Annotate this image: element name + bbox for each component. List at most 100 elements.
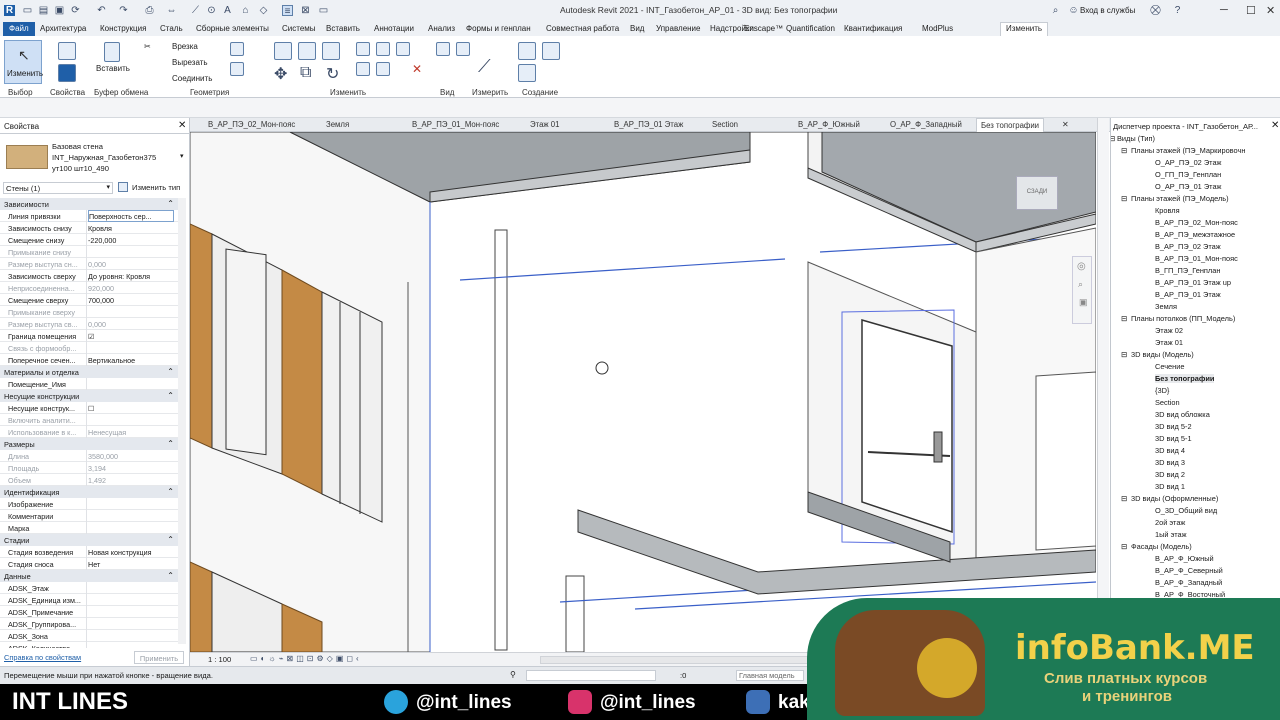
browser-item[interactable]: 3D вид обложка [1155, 410, 1210, 419]
ribbon-tab[interactable]: Файл [3, 22, 35, 36]
view-tab[interactable]: Этаж 01 [530, 120, 559, 129]
property-row[interactable]: Смещение сверху 700,000 [0, 294, 178, 306]
expand-icon[interactable]: ⊟ [1121, 314, 1127, 323]
property-row[interactable]: Марка [0, 522, 178, 534]
expand-icon[interactable]: ⊟ [1121, 542, 1127, 551]
collapse-icon[interactable]: ⌃ [167, 439, 174, 448]
browser-item[interactable]: В_АР_ПЭ_01 Этаж [1155, 290, 1221, 299]
view-tab[interactable]: В_АР_ПЭ_02_Мон-пояс [208, 120, 295, 129]
redo-icon[interactable]: ↷ [118, 5, 129, 16]
search-icon[interactable]: ⌕ [1050, 5, 1061, 16]
collapse-icon[interactable]: ⌃ [167, 571, 174, 580]
property-value[interactable]: 3580,000 [88, 452, 174, 461]
3d-icon[interactable]: ⌂ [240, 5, 251, 16]
scale-icon[interactable] [356, 62, 370, 76]
property-row[interactable]: Объем 1,492 [0, 474, 178, 486]
ribbon-tab[interactable]: Совместная работа [546, 24, 619, 33]
property-value[interactable]: До уровня: Кровля [88, 272, 174, 281]
browser-item[interactable]: 2ой этаж [1155, 518, 1185, 527]
browser-item[interactable]: Кровля [1155, 206, 1180, 215]
property-value[interactable]: 3,194 [88, 464, 174, 473]
cart-icon[interactable]: ⛒ [1150, 5, 1161, 16]
browser-item[interactable]: В_АР_ПЭ_01 Этаж up [1155, 278, 1231, 287]
paste-button[interactable]: Вставить [96, 64, 130, 73]
property-group[interactable]: Идентификация ⌃ [0, 486, 178, 498]
property-row[interactable]: Линия привязки Поверхность сер... [0, 210, 178, 222]
scissors-icon[interactable]: ✂ [144, 42, 151, 51]
ribbon-tab[interactable]: Enscape™ [744, 24, 783, 33]
browser-item[interactable]: 3D виды (Модель) [1131, 350, 1194, 359]
zoom-icon[interactable]: ⌕ [1078, 279, 1083, 290]
browser-item[interactable]: 3D вид 4 [1155, 446, 1185, 455]
browser-item[interactable]: Виды (Тип) [1117, 134, 1155, 143]
browser-item[interactable]: В_АР_ПЭ_01_Мон-пояс [1155, 254, 1238, 263]
browser-item[interactable]: Планы потолков (ПП_Модель) [1131, 314, 1235, 323]
maximize-button[interactable]: ☐ [1246, 4, 1256, 17]
collapse-icon[interactable]: ⌃ [167, 487, 174, 496]
minimize-button[interactable]: ─ [1220, 4, 1228, 16]
trim-icon[interactable] [356, 42, 370, 56]
browser-item[interactable]: {3D} [1155, 386, 1169, 395]
thin-lines-icon[interactable]: ≡ [282, 5, 293, 17]
worksets-icon[interactable]: ⚲ [510, 670, 516, 679]
close-button[interactable]: ✕ [1266, 4, 1275, 17]
property-value[interactable]: 920,000 [88, 284, 174, 293]
browser-item[interactable]: 3D вид 3 [1155, 458, 1185, 467]
property-group[interactable]: Данные ⌃ [0, 570, 178, 582]
chevron-down-icon[interactable]: ▾ [180, 152, 184, 160]
properties-icon[interactable] [58, 64, 76, 82]
view-scale[interactable]: 1 : 100 [208, 655, 231, 664]
property-row[interactable]: Размер выступа сн... 0,000 [0, 258, 178, 270]
copy-icon[interactable]: ⧉ [300, 64, 311, 82]
type-properties-icon[interactable] [58, 42, 76, 60]
steering-wheel-icon[interactable]: ◎ [1077, 261, 1086, 272]
collapse-icon[interactable]: ⌃ [167, 535, 174, 544]
ribbon-tab[interactable]: Вставить [326, 24, 360, 33]
browser-item[interactable]: 3D вид 1 [1155, 482, 1185, 491]
split-icon[interactable] [376, 42, 390, 56]
view-tab[interactable]: Земля [326, 120, 349, 129]
browser-item[interactable]: 3D виды (Оформленные) [1131, 494, 1218, 503]
property-row[interactable]: ADSK_Этаж [0, 582, 178, 594]
browser-item[interactable]: 3D вид 5-2 [1155, 422, 1192, 431]
browser-item[interactable]: Section [1155, 398, 1180, 407]
ribbon-tab[interactable]: Квантификация [844, 24, 902, 33]
property-row[interactable]: Смещение снизу -220,000 [0, 234, 178, 246]
property-row[interactable]: ADSK_Количество [0, 642, 178, 648]
collapse-icon[interactable]: ⌃ [167, 199, 174, 208]
cope-button[interactable]: Врезка [172, 42, 198, 51]
property-row[interactable]: ADSK_Единица изм... [0, 594, 178, 606]
property-row[interactable]: Изображение [0, 498, 178, 510]
property-value[interactable]: Ненесущая [88, 428, 174, 437]
ribbon-tab[interactable]: Системы [282, 24, 316, 33]
property-row[interactable]: Зависимость сверху До уровня: Кровля [0, 270, 178, 282]
zoom-extents-icon[interactable]: ▣ [1079, 297, 1088, 308]
offset-icon[interactable] [298, 42, 316, 60]
folder-icon[interactable]: ▤ [38, 5, 49, 16]
property-row[interactable]: Комментарии [0, 510, 178, 522]
browser-item[interactable]: В_АР_ПЭ_02 Этаж [1155, 242, 1221, 251]
workset-field[interactable] [526, 670, 656, 681]
type-name[interactable]: INT_Наружная_Газобетон375 [52, 153, 156, 162]
view-icon-2[interactable] [456, 42, 470, 56]
design-option-field[interactable]: Главная модель [736, 670, 804, 681]
property-row[interactable]: Длина 3580,000 [0, 450, 178, 462]
property-group[interactable]: Зависимости ⌃ [0, 198, 178, 210]
browser-item[interactable]: В_АР_Ф_Южный [1155, 554, 1214, 563]
geometry-icon-1[interactable] [230, 42, 244, 56]
3d-view-canvas[interactable]: СЗАДИ ◎ ⌕ ▣ [190, 132, 1096, 652]
paste-icon[interactable] [104, 42, 120, 62]
properties-help-link[interactable]: Справка по свойствам [4, 653, 81, 662]
property-value[interactable]: ☑ [88, 332, 174, 341]
property-value[interactable]: ☐ [88, 404, 174, 413]
property-row[interactable]: Стадия возведения Новая конструкция [0, 546, 178, 558]
property-group[interactable]: Материалы и отделка ⌃ [0, 366, 178, 378]
user-icon[interactable]: ☺ [1068, 5, 1079, 16]
ribbon-tab[interactable]: Анализ [428, 24, 455, 33]
property-group[interactable]: Несущие конструкции ⌃ [0, 390, 178, 402]
mirror-icon[interactable] [322, 42, 340, 60]
property-row[interactable]: Помещение_Имя [0, 378, 178, 390]
browser-item[interactable]: О_ГП_ПЭ_Генплан [1155, 170, 1221, 179]
property-row[interactable]: Включить аналити... [0, 414, 178, 426]
switch-windows-icon[interactable]: ▭ [318, 5, 329, 16]
